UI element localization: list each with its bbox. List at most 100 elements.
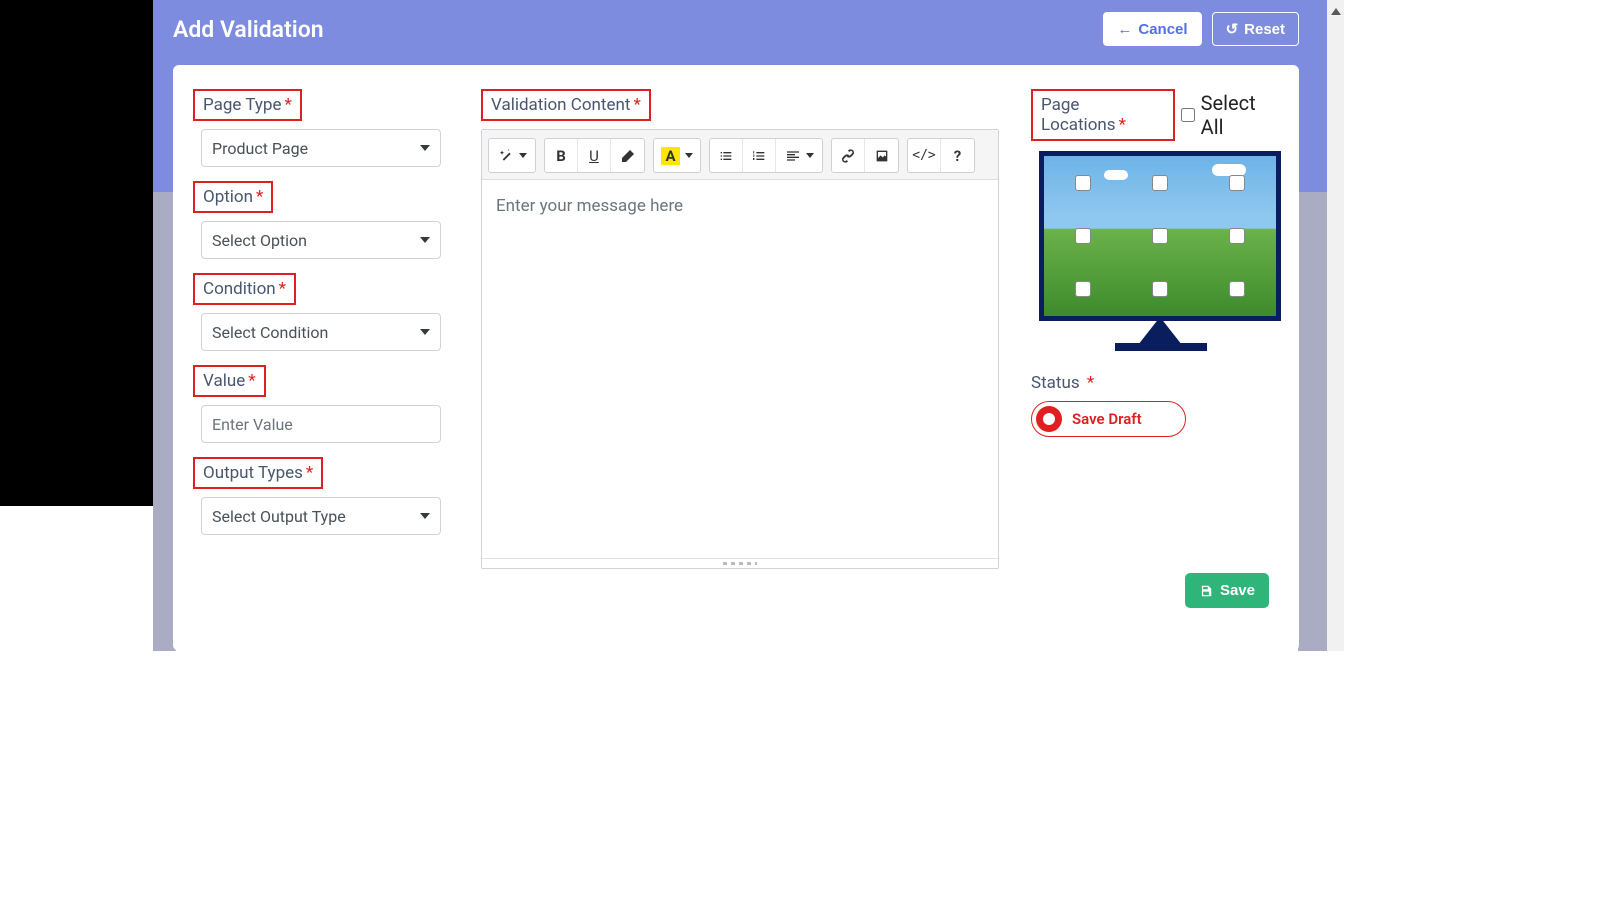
field-output-types: Output Types* Select Output Type [193, 457, 453, 535]
help-icon: ? [954, 147, 961, 165]
list-ol-icon [751, 148, 767, 164]
code-view-button[interactable]: </> [908, 139, 941, 172]
save-label: Save [1220, 582, 1255, 599]
form-card: Page Type* Product Page Option* Select O… [173, 65, 1299, 651]
magic-wand-icon [498, 148, 514, 164]
page-locations-row: Page Locations* Select All [1031, 89, 1281, 141]
right-column: Page Locations* Select All [1031, 89, 1281, 627]
page-locations-label: Page Locations* [1031, 89, 1175, 141]
ordered-list-button[interactable] [743, 139, 776, 172]
location-middle-right[interactable] [1229, 228, 1245, 244]
scroll-up-icon[interactable] [1329, 5, 1342, 18]
browser-scrollbar[interactable] [1327, 0, 1344, 651]
left-black-region [0, 0, 153, 506]
field-value: Value* Enter Value [193, 365, 453, 443]
page-type-label: Page Type* [193, 89, 302, 121]
arrow-left-icon: ← [1117, 21, 1132, 38]
output-types-select[interactable]: Select Output Type [201, 497, 441, 535]
required-mark: * [279, 279, 286, 299]
field-condition: Condition* Select Condition [193, 273, 453, 351]
validation-content-label: Validation Content* [481, 89, 651, 121]
select-all-toggle[interactable]: Select All [1181, 91, 1281, 139]
required-mark: * [633, 95, 640, 115]
help-button[interactable]: ? [941, 139, 974, 172]
link-button[interactable] [832, 139, 865, 172]
magic-style-button[interactable] [489, 139, 535, 172]
option-value: Select Option [212, 231, 307, 250]
page-type-value: Product Page [212, 139, 308, 158]
required-mark: * [1119, 115, 1126, 135]
required-mark: * [1087, 373, 1094, 393]
location-middle-left[interactable] [1075, 228, 1091, 244]
align-button[interactable] [776, 139, 822, 172]
chevron-down-icon [420, 513, 430, 519]
link-icon [840, 148, 856, 164]
required-mark: * [284, 95, 291, 115]
required-mark: * [248, 371, 255, 391]
editor-resize-handle[interactable] [482, 558, 998, 568]
location-top-right[interactable] [1229, 175, 1245, 191]
condition-value: Select Condition [212, 323, 328, 342]
select-all-checkbox[interactable] [1181, 108, 1195, 122]
monitor-illustration [1039, 151, 1281, 353]
editor-placeholder: Enter your message here [496, 196, 683, 216]
rich-text-editor: B U A [481, 129, 999, 569]
value-label: Value* [193, 365, 266, 397]
header-bar: Add Validation ← Cancel ↺ Reset [173, 12, 1299, 46]
underline-icon: U [589, 147, 599, 165]
condition-label: Condition* [193, 273, 296, 305]
location-bottom-right[interactable] [1229, 281, 1245, 297]
location-bottom-left[interactable] [1075, 281, 1091, 297]
location-bottom-center[interactable] [1152, 281, 1168, 297]
status-radio-save-draft[interactable]: Save Draft [1031, 401, 1186, 437]
chevron-down-icon [420, 329, 430, 335]
clear-format-button[interactable] [611, 139, 644, 172]
page-title: Add Validation [173, 16, 324, 43]
list-ul-icon [718, 148, 734, 164]
output-types-label: Output Types* [193, 457, 323, 489]
reset-button[interactable]: ↺ Reset [1212, 12, 1299, 46]
image-icon [874, 148, 890, 164]
monitor-base [1115, 343, 1207, 351]
required-mark: * [256, 187, 263, 207]
monitor-stand [1138, 317, 1182, 345]
editor-body[interactable]: Enter your message here [482, 180, 998, 558]
location-grid [1044, 156, 1276, 316]
field-page-type: Page Type* Product Page [193, 89, 453, 167]
caret-down-icon [806, 153, 814, 158]
condition-select[interactable]: Select Condition [201, 313, 441, 351]
save-button[interactable]: Save [1185, 573, 1269, 608]
bold-icon: B [556, 147, 566, 165]
unordered-list-button[interactable] [710, 139, 743, 172]
output-types-value: Select Output Type [212, 507, 346, 526]
location-middle-center[interactable] [1152, 228, 1168, 244]
caret-down-icon [519, 153, 527, 158]
text-color-icon: A [661, 147, 679, 165]
value-input[interactable]: Enter Value [201, 405, 441, 443]
location-top-left[interactable] [1075, 175, 1091, 191]
image-button[interactable] [865, 139, 898, 172]
text-color-button[interactable]: A [654, 139, 700, 172]
location-top-center[interactable] [1152, 175, 1168, 191]
underline-button[interactable]: U [578, 139, 611, 172]
eraser-icon [620, 148, 636, 164]
undo-icon: ↺ [1226, 20, 1239, 38]
option-label: Option* [193, 181, 273, 213]
reset-label: Reset [1244, 21, 1285, 38]
page-type-select[interactable]: Product Page [201, 129, 441, 167]
select-all-label: Select All [1201, 91, 1281, 139]
code-icon: </> [912, 148, 935, 163]
option-select[interactable]: Select Option [201, 221, 441, 259]
align-left-icon [785, 148, 801, 164]
caret-down-icon [685, 153, 693, 158]
status-option-label: Save Draft [1072, 410, 1142, 428]
field-option: Option* Select Option [193, 181, 453, 259]
editor-toolbar: B U A [482, 130, 998, 180]
bold-button[interactable]: B [545, 139, 578, 172]
middle-column: Validation Content* B U [481, 89, 1003, 627]
required-mark: * [306, 463, 313, 483]
monitor-screen [1039, 151, 1281, 321]
cancel-button[interactable]: ← Cancel [1103, 12, 1201, 46]
radio-selected-icon [1036, 406, 1062, 432]
header-buttons: ← Cancel ↺ Reset [1103, 12, 1299, 46]
